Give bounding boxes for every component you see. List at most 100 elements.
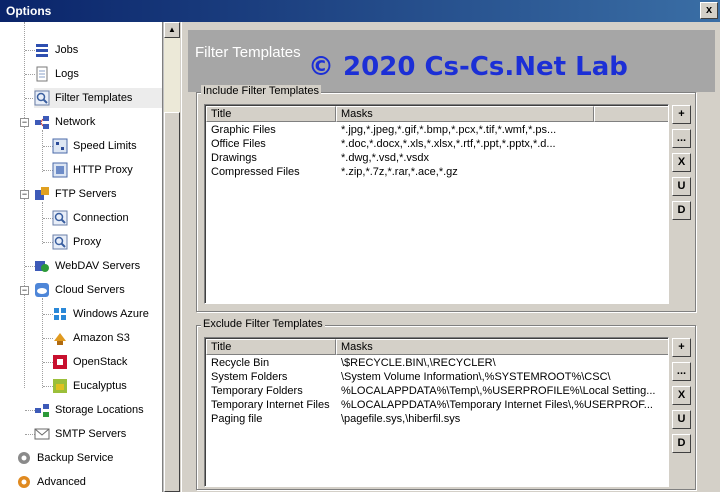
row-title: Drawings [211, 152, 257, 164]
tree-item-network[interactable]: Network [34, 112, 95, 132]
row-masks: \pagefile.sys,\hiberfil.sys [341, 413, 461, 425]
watermark: © 2020 Cs-Cs.Net Lab [308, 52, 628, 82]
tree-item-http-proxy[interactable]: HTTP Proxy [52, 160, 133, 180]
tree-item-cloud-servers[interactable]: Cloud Servers [34, 280, 125, 300]
list-item[interactable]: Graphic Files [211, 124, 276, 138]
filter-icon [34, 90, 50, 106]
row-masks: %LOCALAPPDATA%\Temp\,%USERPROFILE%\Local… [341, 385, 656, 397]
tree-item-speed-limits[interactable]: Speed Limits [52, 136, 137, 156]
include-column-title[interactable]: Title [206, 106, 336, 122]
include-delete-button[interactable]: X [672, 153, 691, 172]
tree-item-ftp-servers[interactable]: FTP Servers [34, 184, 117, 204]
row-masks: \System Volume Information\,%SYSTEMROOT%… [341, 371, 611, 383]
cloud-icon [34, 282, 50, 298]
exclude-delete-button[interactable]: X [672, 386, 691, 405]
tree-item-label: Storage Locations [55, 404, 144, 416]
tree-item-backup-service[interactable]: Backup Service [16, 448, 113, 468]
proxy-icon [52, 234, 68, 250]
storage-icon [34, 402, 50, 418]
include-column-filler [594, 106, 668, 122]
close-button[interactable]: x [700, 2, 718, 19]
row-title: Paging file [211, 413, 263, 425]
tree-item-eucalyptus[interactable]: Eucalyptus [52, 376, 127, 396]
list-item[interactable]: Drawings [211, 152, 257, 166]
include-down-button[interactable]: D [672, 201, 691, 220]
connection-icon [52, 210, 68, 226]
include-group-label: Include Filter Templates [201, 85, 321, 97]
include-list[interactable]: Title Masks Graphic Files *.jpg,*.jpeg,*… [204, 104, 669, 304]
tree-item-openstack[interactable]: OpenStack [52, 352, 127, 372]
window-title: Options [6, 4, 52, 18]
tree-item-label: Network [55, 116, 96, 128]
row-title: Graphic Files [211, 124, 276, 136]
tree-item-proxy[interactable]: Proxy [52, 232, 101, 252]
exclude-column-title[interactable]: Title [206, 339, 336, 355]
speed-icon [52, 138, 68, 154]
include-edit-button[interactable]: ... [672, 129, 691, 148]
row-masks: %LOCALAPPDATA%\Temporary Internet Files\… [341, 399, 653, 411]
row-title: Office Files [211, 138, 266, 150]
tree-item-jobs[interactable]: Jobs [34, 40, 78, 60]
exclude-column-masks[interactable]: Masks [336, 339, 668, 355]
list-item[interactable]: Paging file [211, 413, 262, 427]
row-title: Temporary Internet Files [211, 399, 330, 411]
tree-item-advanced[interactable]: Advanced [16, 472, 86, 492]
tree-item-label: FTP Servers [55, 188, 117, 200]
list-item[interactable]: Temporary Internet Files [211, 399, 330, 413]
tree-item-amazon-s3[interactable]: Amazon S3 [52, 328, 130, 348]
smtp-icon [34, 426, 50, 442]
list-item[interactable]: Compressed Files [211, 166, 300, 180]
tree-item-windows-azure[interactable]: Windows Azure [52, 304, 149, 324]
ftp-servers-expander[interactable]: − [20, 190, 29, 199]
tree-item-storage-locations[interactable]: Storage Locations [34, 400, 144, 420]
azure-icon [52, 306, 68, 322]
list-item[interactable]: Recycle Bin [211, 357, 269, 371]
row-masks: *.jpg,*.jpeg,*.gif,*.bmp,*.pcx,*.tif,*.w… [341, 124, 557, 136]
tree-scrollbar[interactable]: ▲ [163, 22, 180, 492]
tree-item-label: Proxy [73, 236, 102, 248]
row-title: Compressed Files [211, 166, 300, 178]
cloud-servers-expander[interactable]: − [20, 286, 29, 295]
exclude-up-button[interactable]: U [672, 410, 691, 429]
tree-item-label: OpenStack [73, 356, 128, 368]
include-column-masks[interactable]: Masks [336, 106, 594, 122]
scroll-up-button[interactable]: ▲ [164, 22, 180, 38]
tree-item-label: Backup Service [37, 452, 114, 464]
eucalyptus-icon [52, 378, 68, 394]
exclude-down-button[interactable]: D [672, 434, 691, 453]
title-bar: Options x [0, 0, 720, 22]
row-title: System Folders [211, 371, 288, 383]
row-title: Recycle Bin [211, 357, 270, 369]
tree-item-webdav-servers[interactable]: WebDAV Servers [34, 256, 140, 276]
exclude-add-button[interactable]: + [672, 338, 691, 357]
list-item[interactable]: Office Files [211, 138, 266, 152]
tree-item-label: Amazon S3 [73, 332, 130, 344]
row-masks: \$RECYCLE.BIN\,\RECYCLER\ [341, 357, 496, 369]
exclude-list[interactable]: Title Masks Recycle Bin \$RECYCLE.BIN\,\… [204, 337, 669, 487]
include-up-button[interactable]: U [672, 177, 691, 196]
tree-item-smtp-servers[interactable]: SMTP Servers [34, 424, 126, 444]
row-masks: *.zip,*.7z,*.rar,*.ace,*.gz [341, 166, 458, 178]
scroll-thumb[interactable] [164, 112, 180, 492]
tree-item-label: Connection [73, 212, 129, 224]
proxy-icon [52, 162, 68, 178]
options-tree[interactable]: − − − Jobs Logs Filter Templates Network… [0, 22, 163, 492]
list-item[interactable]: System Folders [211, 371, 287, 385]
exclude-group-label: Exclude Filter Templates [201, 318, 325, 330]
include-add-button[interactable]: + [672, 105, 691, 124]
tree-item-connection[interactable]: Connection [52, 208, 129, 228]
amazon-icon [52, 330, 68, 346]
advanced-icon [16, 474, 32, 490]
tree-item-filter-templates[interactable]: Filter Templates [34, 88, 162, 108]
tree-item-logs[interactable]: Logs [34, 64, 79, 84]
jobs-icon [34, 42, 50, 58]
list-item[interactable]: Temporary Folders [211, 385, 303, 399]
row-masks: *.dwg,*.vsd,*.vsdx [341, 152, 430, 164]
tree-item-label: Windows Azure [73, 308, 149, 320]
tree-item-label: Speed Limits [73, 140, 137, 152]
tree-item-label: WebDAV Servers [55, 260, 141, 272]
row-masks: *.doc,*.docx,*.xls,*.xlsx,*.rtf,*.ppt,*.… [341, 138, 556, 150]
ftp-icon [34, 186, 50, 202]
network-expander[interactable]: − [20, 118, 29, 127]
exclude-edit-button[interactable]: ... [672, 362, 691, 381]
